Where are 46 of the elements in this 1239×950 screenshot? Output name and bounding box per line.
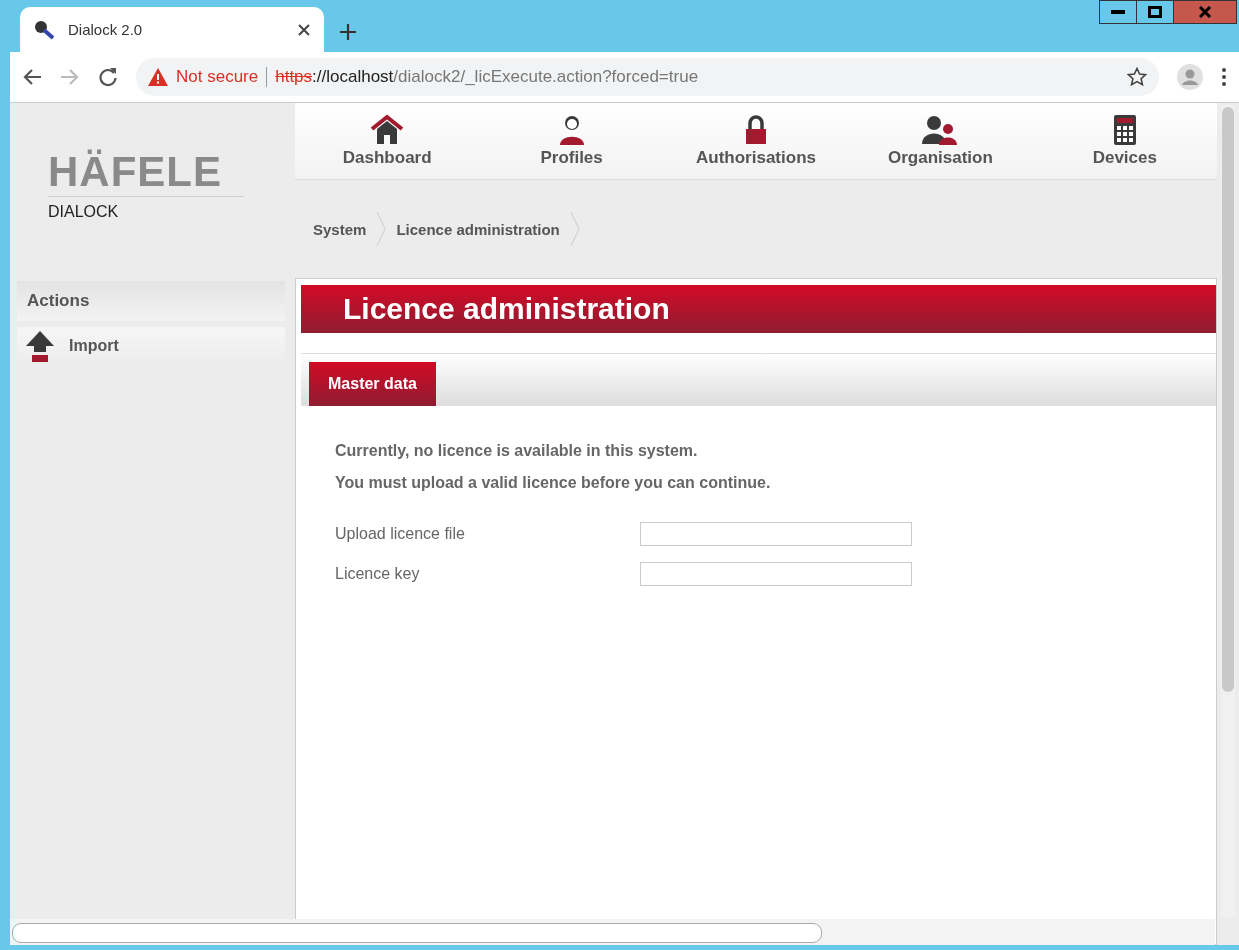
- nav-item[interactable]: Organisation: [848, 103, 1033, 179]
- key-icon: [34, 19, 56, 40]
- import-action[interactable]: Import: [17, 327, 285, 365]
- browser-tab[interactable]: Dialock 2.0: [20, 7, 324, 52]
- close-icon: [1198, 6, 1212, 18]
- nav-item[interactable]: Devices: [1032, 103, 1218, 179]
- breadcrumb-link[interactable]: Licence administration: [396, 220, 560, 238]
- tab[interactable]: Master data: [309, 362, 436, 406]
- minimize-icon: [1111, 10, 1125, 14]
- reload-icon[interactable]: [98, 67, 118, 87]
- close-tab-icon[interactable]: [298, 23, 310, 36]
- house-icon: [369, 114, 406, 146]
- keypad-device-icon: [1112, 114, 1137, 146]
- padlock-icon: [743, 114, 769, 146]
- avatar-icon[interactable]: [1177, 64, 1203, 90]
- new-tab-icon[interactable]: [340, 24, 356, 40]
- input-field[interactable]: [640, 562, 912, 586]
- back-arrow-icon[interactable]: [22, 68, 42, 86]
- horizontal-scrollbar[interactable]: [10, 919, 1215, 945]
- nav-item[interactable]: Authorisations: [663, 103, 849, 179]
- info-message: Currently, no licence is available in this system.: [335, 442, 699, 460]
- field-label: Licence key: [335, 565, 421, 583]
- product-name: DIALOCK: [48, 203, 120, 221]
- address-bar[interactable]: Not secure https://localhost/dialock2/_licExecute.action?forced=true: [136, 58, 1159, 96]
- warning-icon: [148, 68, 168, 86]
- input-field[interactable]: [640, 522, 912, 546]
- breadcrumb-link[interactable]: System: [313, 220, 367, 238]
- nav-item[interactable]: Dashboard: [295, 103, 480, 179]
- security-label: Not secure: [176, 67, 259, 87]
- person-icon: [557, 114, 586, 146]
- page-title: Licence administration: [301, 285, 1216, 333]
- url-text: https://localhost/dialock2/_licExecute.action?forced=true: [275, 67, 700, 87]
- info-message: You must upload a valid licence before you can continue.: [335, 474, 772, 492]
- actions-header: Actions: [17, 281, 285, 321]
- upload-icon: [25, 330, 55, 362]
- nav-item[interactable]: Profiles: [479, 103, 664, 179]
- close-button[interactable]: [1174, 1, 1236, 23]
- people-icon: [921, 114, 960, 146]
- field-label: Upload licence file: [335, 525, 466, 543]
- maximize-icon: [1148, 6, 1162, 18]
- menu-icon[interactable]: [1221, 67, 1227, 87]
- chevron-icon: [569, 212, 580, 246]
- vertical-scrollbar[interactable]: [1221, 105, 1235, 917]
- star-icon[interactable]: [1127, 67, 1147, 87]
- brand-logo: HÄFELE: [48, 151, 244, 197]
- chevron-icon: [376, 212, 387, 246]
